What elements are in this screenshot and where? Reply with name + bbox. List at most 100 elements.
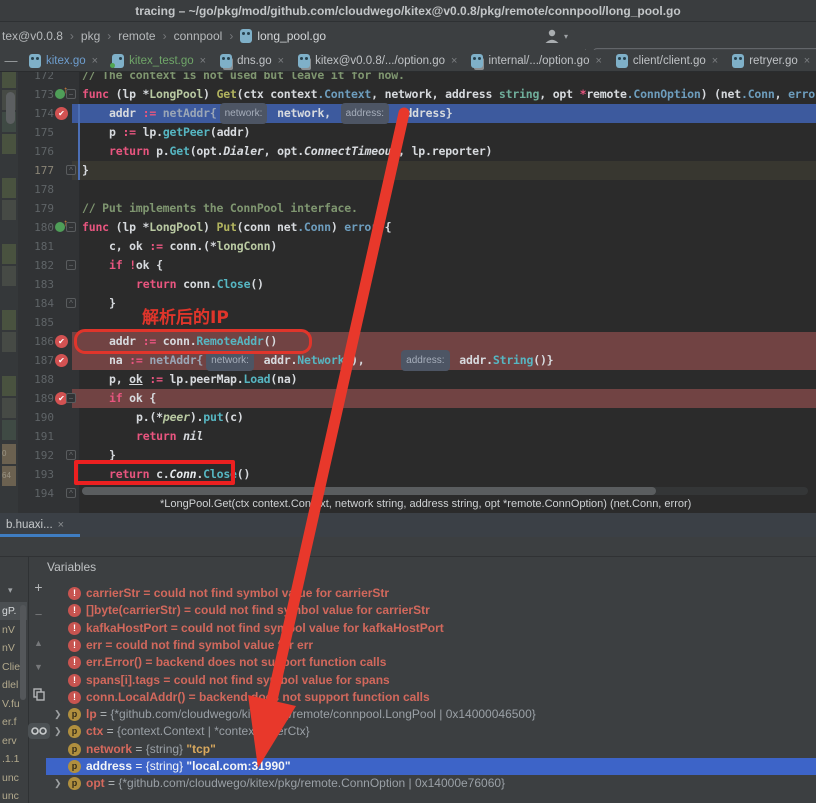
frame-item-truncated[interactable]: erv [0,732,27,750]
frames-scrollbar-thumb[interactable] [20,605,26,700]
user-menu-button[interactable]: ▾ [543,24,568,48]
fold-close-icon[interactable]: ^ [66,488,76,498]
variable-name: opt [86,776,105,790]
editor-tab[interactable]: client/client.go× [609,50,725,71]
move-up-button[interactable]: ▲ [30,634,47,651]
line-number[interactable]: 177 [18,161,54,180]
watch-error-row[interactable]: !err.Error() = backend does not support … [46,654,816,671]
line-number[interactable]: 174 [18,104,54,123]
editor-tab[interactable]: kitex_test.go× [105,50,213,71]
frame-item-truncated[interactable]: er.f [0,713,27,731]
verified-breakpoint-icon: ✔ [55,354,68,367]
watch-error-row[interactable]: !carrierStr = could not find symbol valu… [46,585,816,602]
line-number[interactable]: 176 [18,142,54,161]
variable-icon: p [68,708,81,721]
line-number[interactable]: 179 [18,199,54,218]
fold-close-icon[interactable]: ^ [66,450,76,460]
line-number[interactable]: 180 [18,218,54,237]
editor-tab[interactable]: retryer.go× [725,50,816,71]
line-number[interactable]: 191 [18,427,54,446]
line-number[interactable]: 172 [18,72,54,85]
line-number[interactable]: 173 [18,85,54,104]
variable-row[interactable]: ❯plp = {*github.com/cloudwego/kitex/pkg/… [46,706,816,723]
line-number[interactable]: 188 [18,370,54,389]
breadcrumb-item[interactable]: connpool [174,29,223,43]
line-number[interactable]: 190 [18,408,54,427]
code-token: , lp.reporter) [398,144,492,158]
tab-close-icon[interactable]: × [804,55,810,67]
line-number[interactable]: 189 [18,389,54,408]
debug-tool-window-tab-bar: b.huaxi... × [0,513,816,537]
line-number[interactable]: 175 [18,123,54,142]
tab-close-icon[interactable]: × [92,55,98,67]
breadcrumb-item[interactable]: remote [118,29,155,43]
watch-error-row[interactable]: ![]byte(carrierStr) = could not find sym… [46,602,816,619]
code-line: 184^} [0,294,816,313]
fold-close-icon[interactable]: ^ [66,298,76,308]
watch-error-row[interactable]: !err = could not find symbol value for e… [46,637,816,654]
editor-tab[interactable]: kitex.go× [22,50,105,71]
breadcrumb-item[interactable]: long_pool.go [257,29,326,43]
variable-row[interactable]: ❯pctx = {context.Context | *context.time… [46,723,816,740]
debugger-variables-panel: ▾ gP.nVnVCliedlelV.fuer.ferv.1.1uncunc +… [0,537,816,803]
tab-close-icon[interactable]: × [712,55,718,67]
editor-tab[interactable]: dns.go× [213,50,291,71]
frame-item-truncated[interactable]: unc [0,787,27,803]
variable-row[interactable]: ❯popt = {*github.com/cloudwego/kitex/pkg… [46,775,816,792]
line-number[interactable]: 184 [18,294,54,313]
frame-item-truncated[interactable]: .1.1 [0,750,27,768]
variable-row-selected[interactable]: paddress = {string} "local.com:31990" [46,758,816,775]
breadcrumb-item[interactable]: pkg [81,29,100,43]
frame-item-truncated[interactable]: unc [0,769,27,787]
editor-tab-bar: — kitex.go×kitex_test.go×dns.go×kitex@v0… [0,50,816,72]
code-text: c, ok := conn.(*longConn) [82,237,277,256]
watch-error-row[interactable]: !spans[i].tags = could not find symbol v… [46,672,816,689]
line-number[interactable]: 181 [18,237,54,256]
duplicate-watch-button[interactable] [30,686,47,703]
fold-close-icon[interactable]: ^ [66,165,76,175]
italic-token: Dialer [223,144,263,158]
horizontal-scrollbar-thumb[interactable] [82,487,656,495]
line-number[interactable]: 182 [18,256,54,275]
line-number[interactable]: 187 [18,351,54,370]
variable-row[interactable]: pnetwork = {string} "tcp" [46,741,816,758]
expand-chevron-icon[interactable]: ❯ [54,723,62,740]
expand-chevron-icon[interactable]: ❯ [54,775,62,792]
expand-chevron-icon[interactable]: ❯ [54,706,62,723]
hidden-tabs-button[interactable]: — [0,50,22,71]
type-token: LongPool [149,87,203,101]
fold-open-icon[interactable]: − [66,89,76,99]
tab-close-icon[interactable]: × [278,55,284,67]
breakpoint-icon[interactable]: ✔ [55,335,71,349]
line-number[interactable]: 194 [18,484,54,503]
line-number[interactable]: 192 [18,446,54,465]
remove-watch-button[interactable]: − [30,606,47,623]
frames-chevron-down-icon[interactable]: ▾ [8,585,13,596]
breakpoint-icon[interactable]: ✔ [55,354,71,368]
code-editor[interactable]: 064 172// The context is not used but le… [0,72,816,513]
line-number[interactable]: 178 [18,180,54,199]
breakpoint-icon[interactable]: ✔ [55,107,71,121]
keyword-token: := [149,239,162,253]
watch-expression: carrierStr [86,586,140,600]
fold-open-icon[interactable]: − [66,260,76,270]
tab-close-icon[interactable]: × [595,55,601,67]
move-down-button[interactable]: ▼ [30,658,47,675]
tab-close-icon[interactable]: × [451,55,457,67]
breadcrumb-item[interactable]: tex@v0.0.8 [2,29,63,43]
add-watch-button[interactable]: + [30,578,47,595]
code-text: return p.Get(opt.Dialer, opt.ConnectTime… [82,142,492,161]
editor-tab[interactable]: internal/.../option.go× [464,50,608,71]
close-icon[interactable]: × [58,519,64,531]
tab-close-icon[interactable]: × [200,55,206,67]
line-number[interactable]: 185 [18,313,54,332]
watch-error-row[interactable]: !kafkaHostPort = could not find symbol v… [46,620,816,637]
fold-open-icon[interactable]: − [66,393,76,403]
verified-breakpoint-icon: ✔ [55,107,68,120]
line-number[interactable]: 186 [18,332,54,351]
line-number[interactable]: 193 [18,465,54,484]
line-number[interactable]: 183 [18,275,54,294]
editor-tab[interactable]: kitex@v0.0.8/.../option.go× [291,50,464,71]
watch-error-row[interactable]: !conn.LocalAddr() = backend does not sup… [46,689,816,706]
fold-open-icon[interactable]: − [66,222,76,232]
